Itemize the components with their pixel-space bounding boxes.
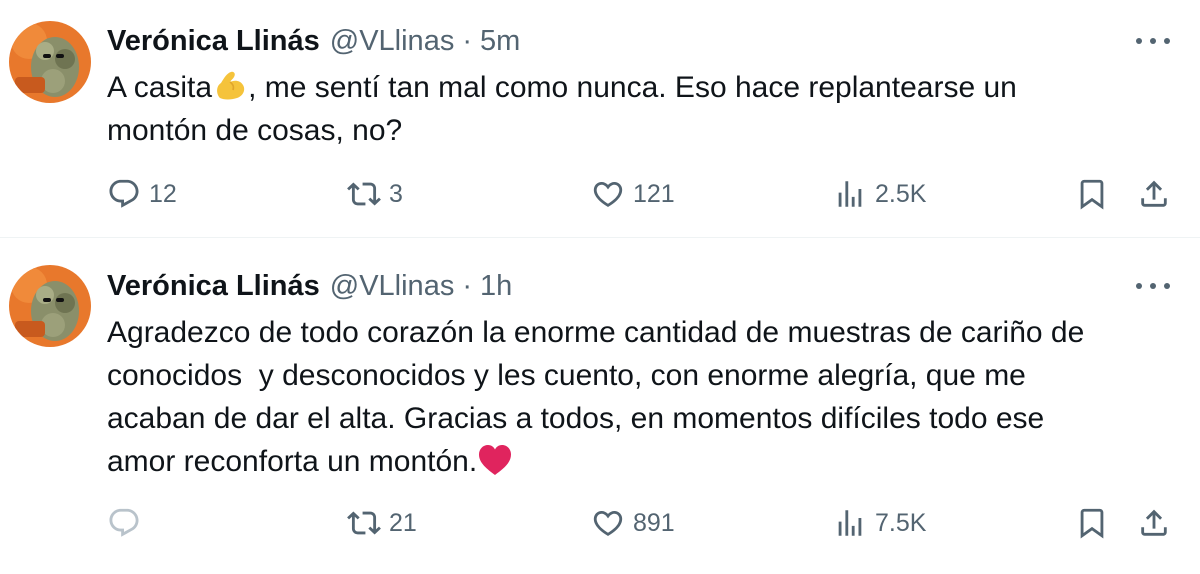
more-options-icon[interactable] [1136, 26, 1170, 56]
red-heart-icon [479, 445, 512, 475]
tweet[interactable]: Verónica Llinás @VLlinas · 1h Agradezco … [0, 239, 1200, 574]
tweet-header: Verónica Llinás @VLlinas · 1h [107, 267, 512, 305]
retweet-icon [347, 511, 381, 535]
retweet-count: 21 [389, 508, 417, 537]
author-name[interactable]: Verónica Llinás [107, 270, 320, 303]
bookmark-icon [1080, 179, 1104, 210]
tweet[interactable]: Verónica Llinás @VLlinas · 5m A casita, … [0, 0, 1200, 238]
share-icon [1141, 180, 1167, 207]
more-options-icon[interactable] [1136, 271, 1170, 301]
views-button[interactable]: 2.5K [833, 172, 926, 216]
heart-icon [593, 510, 623, 536]
avatar[interactable] [9, 265, 91, 347]
retweet-icon [347, 182, 381, 206]
bookmark-icon [1080, 508, 1104, 539]
like-count: 121 [633, 179, 675, 208]
view-count: 7.5K [875, 508, 927, 537]
reply-button[interactable] [107, 501, 149, 545]
retweet-button[interactable]: 3 [347, 172, 403, 216]
author-name[interactable]: Verónica Llinás [107, 25, 320, 58]
bookmark-button[interactable] [1075, 172, 1109, 216]
views-button[interactable]: 7.5K [833, 501, 926, 545]
flexed-biceps-icon [217, 71, 245, 100]
tweet-header: Verónica Llinás @VLlinas · 5m [107, 22, 520, 60]
tweet-actions: 12 3 121 2.5K [107, 172, 1177, 216]
like-button[interactable]: 891 [591, 501, 675, 545]
tweet-text: Agradezco de todo corazón la enorme cant… [107, 311, 1177, 483]
analytics-icon [838, 510, 862, 536]
timestamp[interactable]: 5m [480, 25, 520, 58]
like-count: 891 [633, 508, 675, 537]
reply-count: 12 [149, 179, 177, 208]
reply-icon [109, 508, 139, 537]
reply-button[interactable]: 12 [107, 172, 177, 216]
header-separator: · [462, 269, 472, 302]
view-count: 2.5K [875, 179, 927, 208]
share-button[interactable] [1137, 501, 1171, 545]
author-handle[interactable]: @VLlinas [330, 270, 455, 303]
bookmark-button[interactable] [1075, 501, 1109, 545]
analytics-icon [838, 181, 862, 207]
like-button[interactable]: 121 [591, 172, 675, 216]
tweet-text-start: Agradezco de todo corazón la enorme cant… [107, 316, 1085, 478]
header-separator: · [462, 24, 472, 57]
author-handle[interactable]: @VLlinas [330, 25, 455, 58]
avatar[interactable] [9, 21, 91, 103]
tweet-text: A casita, me sentí tan mal como nunca. E… [107, 66, 1177, 152]
tweet-text-start: A casita [107, 71, 213, 104]
heart-icon [593, 181, 623, 207]
reply-icon [109, 179, 139, 208]
share-button[interactable] [1137, 172, 1171, 216]
timestamp[interactable]: 1h [480, 270, 512, 303]
retweet-count: 3 [389, 179, 403, 208]
tweet-feed: Verónica Llinás @VLlinas · 5m A casita, … [0, 0, 1200, 574]
tweet-actions: 21 891 7.5K [107, 501, 1177, 545]
retweet-button[interactable]: 21 [347, 501, 417, 545]
share-icon [1141, 509, 1167, 536]
